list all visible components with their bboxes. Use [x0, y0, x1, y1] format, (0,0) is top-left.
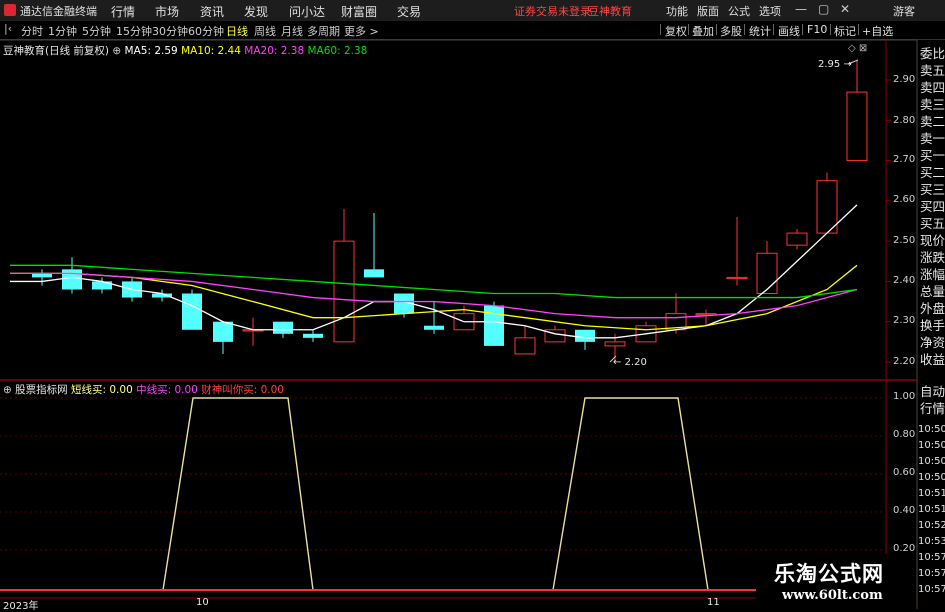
- candle-body: [786, 232, 808, 246]
- ma20-value: MA20: 2.38: [244, 45, 305, 57]
- sidebar-item[interactable]: 买二: [920, 165, 945, 181]
- candle-body: [756, 252, 778, 295]
- sidebar-item[interactable]: 卖一: [920, 131, 945, 147]
- candle-body: [182, 293, 202, 330]
- tick-time: 10:57: [918, 552, 945, 563]
- sidebar-item[interactable]: 卖五: [920, 63, 945, 79]
- indicator-tick: 1.00: [893, 391, 916, 402]
- candle-body: [333, 240, 355, 343]
- price-tick: 2.50: [893, 235, 916, 246]
- sidebar-item[interactable]: 委比: [920, 46, 945, 62]
- candle-body: [213, 321, 233, 342]
- indicator-info-line: ⊕ 股票指标网 短线买: 0.00 中线买: 0.00 财神叫你买: 0.00: [3, 382, 284, 397]
- indicator-tick: 0.20: [893, 543, 916, 554]
- settings-icon[interactable]: ⊕: [3, 384, 12, 396]
- trend-buy-value: 财神叫你买: 0.00: [201, 384, 284, 396]
- kline-chart[interactable]: [0, 0, 945, 609]
- low-price-value: 2.20: [624, 357, 647, 368]
- sidebar-item[interactable]: 净资: [920, 335, 945, 351]
- sidebar-item[interactable]: 总量: [920, 284, 945, 300]
- candle-body: [514, 337, 536, 355]
- quote-sidebar: 委比 卖五 卖四 卖三 卖二 卖一 买一 买二 买三 买四 买五 现价 涨跌 涨…: [917, 40, 945, 609]
- ma60-value: MA60: 2.38: [307, 45, 368, 57]
- candle-body: [575, 329, 595, 342]
- chart-panel-icons[interactable]: ◇ ⊠: [848, 43, 867, 54]
- sidebar-item[interactable]: 现价: [920, 233, 945, 249]
- axis-year: 2023年: [3, 601, 39, 612]
- tick-time: 10:57: [918, 568, 945, 579]
- tick-time: 10:50: [918, 456, 945, 467]
- sidebar-item[interactable]: 买一: [920, 148, 945, 164]
- sidebar-item[interactable]: 买四: [920, 199, 945, 215]
- candle-body: [303, 333, 323, 338]
- price-tick: 2.40: [893, 275, 916, 286]
- candle-body: [62, 269, 82, 290]
- high-price-annotation: 2.95 →: [818, 59, 852, 70]
- ma10-value: MA10: 2.44: [181, 45, 241, 57]
- watermark-title: 乐淘公式网: [774, 561, 884, 586]
- axis-month-11: 11: [707, 597, 720, 608]
- price-tick: 2.70: [893, 154, 916, 165]
- sidebar-item[interactable]: 卖四: [920, 80, 945, 96]
- sidebar-item[interactable]: 外盘: [920, 301, 945, 317]
- tick-time: 10:50: [918, 472, 945, 483]
- sidebar-auto-tab[interactable]: 自动: [920, 384, 945, 400]
- candle-body: [484, 305, 504, 346]
- short-buy-value: 短线买: 0.00: [71, 384, 133, 396]
- candle-body: [816, 180, 838, 234]
- price-tick: 2.30: [893, 315, 916, 326]
- sidebar-item[interactable]: 买三: [920, 182, 945, 198]
- indicator-tick: 0.60: [893, 467, 916, 478]
- tick-time: 10:52: [918, 520, 945, 531]
- tick-time: 10:51: [918, 504, 945, 515]
- sidebar-quote-tab[interactable]: 行情: [920, 401, 945, 417]
- candle-body: [364, 269, 384, 278]
- tick-time: 10:57: [918, 584, 945, 595]
- watermark: 乐淘公式网 www.60lt.com: [756, 554, 916, 609]
- candle-body: [726, 276, 748, 280]
- sidebar-item[interactable]: 卖三: [920, 97, 945, 113]
- sidebar-item[interactable]: 涨跌: [920, 250, 945, 266]
- sidebar-item[interactable]: 买五: [920, 216, 945, 232]
- short-buy-signal-line: [0, 397, 760, 591]
- tick-time: 10:50: [918, 440, 945, 451]
- chart-info-line: 豆神教育(日线 前复权) ⊕ MA5: 2.59 MA10: 2.44 MA20…: [3, 43, 367, 58]
- sidebar-item[interactable]: 卖二: [920, 114, 945, 130]
- mid-buy-value: 中线买: 0.00: [136, 384, 198, 396]
- candle-body: [273, 321, 293, 334]
- sidebar-item[interactable]: 换手: [920, 318, 945, 334]
- ma5-value: MA5: 2.59: [124, 45, 178, 57]
- price-tick: 2.90: [893, 74, 916, 85]
- price-tick: 2.60: [893, 194, 916, 205]
- candle-body: [604, 341, 626, 347]
- tick-time: 10:53: [918, 536, 945, 547]
- price-tick: 2.80: [893, 115, 916, 126]
- settings-icon[interactable]: ⊕: [112, 45, 121, 57]
- indicator-tick: 0.40: [893, 505, 916, 516]
- sidebar-item[interactable]: 涨幅: [920, 267, 945, 283]
- indicator-name[interactable]: 股票指标网: [15, 384, 68, 396]
- tick-time: 10:51: [918, 488, 945, 499]
- indicator-tick: 0.80: [893, 429, 916, 440]
- candle-body: [424, 325, 444, 330]
- high-price-value: 2.95: [818, 59, 841, 70]
- price-tick: 2.20: [893, 356, 916, 367]
- stock-period-label: 豆神教育(日线 前复权): [3, 45, 110, 57]
- axis-month-10: 10: [196, 597, 209, 608]
- tick-time: 10:50: [918, 424, 945, 435]
- sidebar-item[interactable]: 收益: [920, 352, 945, 368]
- candle-body: [846, 91, 868, 162]
- low-price-annotation: ← 2.20: [613, 357, 647, 368]
- watermark-url: www.60lt.com: [782, 588, 883, 603]
